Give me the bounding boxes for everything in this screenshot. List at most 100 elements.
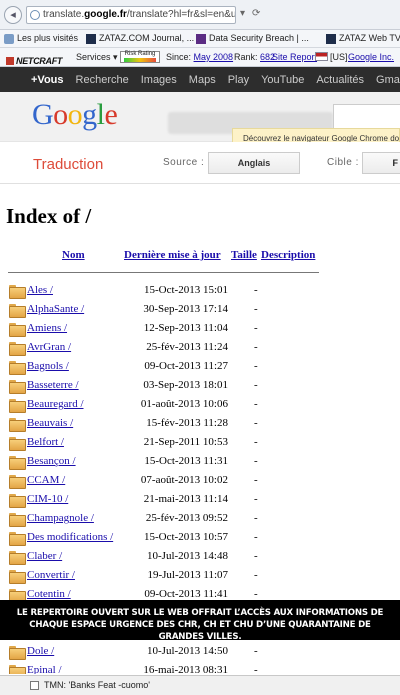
gbar-item-images[interactable]: Images xyxy=(135,74,183,86)
zataz-icon xyxy=(326,33,336,44)
gbar-item-actualites[interactable]: Actualités xyxy=(310,74,370,86)
since-info: Since: May 2008 xyxy=(166,48,233,66)
bookmark-data-security-breach[interactable]: Data Security Breach | ... xyxy=(196,30,309,47)
modified-date: 10-Jul-2013 14:48 xyxy=(147,550,228,562)
size-value: - xyxy=(254,303,258,315)
table-row: CCAM / 07-août-2013 10:02 - xyxy=(0,472,400,491)
modified-date: 25-fév-2013 09:52 xyxy=(145,512,228,524)
site-report-link[interactable]: Site Report xyxy=(272,48,317,66)
since-label: Since: xyxy=(166,52,192,62)
folder-icon xyxy=(9,494,26,508)
size-value: - xyxy=(254,379,258,391)
folder-link[interactable]: Belfort / xyxy=(27,436,64,448)
since-link[interactable]: May 2008 xyxy=(194,52,234,62)
folder-link[interactable]: Amiens / xyxy=(27,322,67,334)
bookmark-most-visited[interactable]: Les plus visités xyxy=(4,30,78,47)
folder-link[interactable]: Des modifications / xyxy=(27,531,113,543)
gbar-item-maps[interactable]: Maps xyxy=(183,74,222,86)
modified-date: 15-fév-2013 11:28 xyxy=(146,417,228,429)
table-row: AvrGran / 25-fév-2013 11:24 - xyxy=(0,339,400,358)
folder-link[interactable]: Epinal / xyxy=(27,664,62,674)
column-date-header[interactable]: Dernière mise à jour xyxy=(124,249,221,261)
host-link[interactable]: Google Inc. xyxy=(348,48,394,66)
source-label: Source : xyxy=(163,157,205,168)
folder-link[interactable]: AlphaSante / xyxy=(27,303,84,315)
gbar-item-play[interactable]: Play xyxy=(222,74,255,86)
folder-icon xyxy=(9,532,26,546)
bookmark-zataz-journal[interactable]: ZATAZ.COM Journal, ... xyxy=(86,30,194,47)
table-row: Besançon / 15-Oct-2013 11:31 - xyxy=(0,453,400,472)
status-icon xyxy=(30,681,39,690)
table-row: Epinal / 16-mai-2013 08:31 - xyxy=(0,662,400,674)
url-field[interactable]: translate.google.fr/translate?hl=fr&sl=e… xyxy=(26,6,236,24)
folder-link[interactable]: Beauvais / xyxy=(27,417,73,429)
table-row: Convertir / 19-Jul-2013 11:07 - xyxy=(0,567,400,586)
folder-icon xyxy=(9,399,26,413)
dropdown-arrow-icon[interactable]: ▾ xyxy=(240,8,245,19)
back-icon[interactable]: ◂ xyxy=(4,6,22,24)
search-input[interactable] xyxy=(333,104,400,130)
size-value: - xyxy=(254,664,258,674)
risk-label: Risk Rating xyxy=(124,51,156,57)
url-host: google.fr xyxy=(84,9,127,20)
address-bar: ◂ translate.google.fr/translate?hl=fr&sl… xyxy=(0,0,400,30)
folder-link[interactable]: Besançon / xyxy=(27,455,76,467)
modified-date: 19-Jul-2013 11:07 xyxy=(147,569,228,581)
google-logo[interactable]: Google xyxy=(32,98,118,132)
folder-icon xyxy=(9,418,26,432)
column-description-header[interactable]: Description xyxy=(261,249,315,261)
size-value: - xyxy=(254,645,258,657)
status-text: TMN: 'Banks Feat -cuomo' xyxy=(44,680,150,690)
folder-icon xyxy=(9,513,26,527)
google-nav-bar: +Vous Recherche Images Maps Play YouTube… xyxy=(0,67,400,92)
modified-date: 15-Oct-2013 15:01 xyxy=(143,284,228,296)
folder-link[interactable]: Claber / xyxy=(27,550,62,562)
gbar-item-youtube[interactable]: YouTube xyxy=(255,74,310,86)
bookmark-label: Les plus visités xyxy=(17,33,79,43)
folder-icon xyxy=(9,456,26,470)
gbar-item-gmail[interactable]: Gmail xyxy=(370,74,400,86)
modified-date: 09-Oct-2013 11:41 xyxy=(144,588,228,600)
gbar-item-plus[interactable]: +Vous xyxy=(0,74,70,86)
folder-link[interactable]: Dole / xyxy=(27,645,54,657)
table-row: Dole / 10-Jul-2013 14:50 - xyxy=(0,643,400,662)
netcraft-logo[interactable]: NETCRAFT xyxy=(6,52,62,66)
folder-link[interactable]: AvrGran / xyxy=(27,341,71,353)
gbar-item-recherche[interactable]: Recherche xyxy=(70,74,135,86)
folder-link[interactable]: Ales / xyxy=(27,284,53,296)
folder-link[interactable]: Bagnols / xyxy=(27,360,69,372)
target-label: Cible : xyxy=(327,157,359,168)
risk-gradient xyxy=(124,58,156,62)
folder-link[interactable]: CIM-10 / xyxy=(27,493,68,505)
globe-icon xyxy=(30,10,40,20)
folder-link[interactable]: Beauregard / xyxy=(27,398,84,410)
reload-icon[interactable]: ⟳ xyxy=(252,8,260,19)
column-size-header[interactable]: Taille xyxy=(231,249,257,261)
modified-date: 10-Jul-2013 14:50 xyxy=(147,645,228,657)
modified-date: 12-Sep-2013 11:04 xyxy=(143,322,228,334)
folder-link[interactable]: CCAM / xyxy=(27,474,65,486)
folder-icon xyxy=(9,570,26,584)
source-language-select[interactable]: Anglais xyxy=(208,152,300,174)
services-menu[interactable]: Services ▾ xyxy=(76,48,118,66)
folder-link[interactable]: Cotentin / xyxy=(27,588,71,600)
table-row: Bagnols / 09-Oct-2013 11:27 - xyxy=(0,358,400,377)
column-name-header[interactable]: Nom xyxy=(62,249,85,261)
index-heading: Index of / xyxy=(6,204,92,228)
target-language-select[interactable]: F xyxy=(362,152,400,174)
size-value: - xyxy=(254,341,258,353)
rank-label: Rank: xyxy=(234,52,258,62)
modified-date: 16-mai-2013 08:31 xyxy=(143,664,228,674)
size-value: - xyxy=(254,493,258,505)
risk-rating-meter: Risk Rating xyxy=(120,51,160,63)
size-value: - xyxy=(254,398,258,410)
services-label: Services xyxy=(76,52,111,62)
bookmark-zataz-web-tv[interactable]: ZATAZ Web TV xyxy=(326,30,400,47)
logo-letter: o xyxy=(53,98,68,131)
folder-link[interactable]: Convertir / xyxy=(27,569,75,581)
folder-link[interactable]: Champagnole / xyxy=(27,512,94,524)
folder-link[interactable]: Basseterre / xyxy=(27,379,79,391)
folder-icon xyxy=(9,342,26,356)
modified-date: 15-Oct-2013 11:31 xyxy=(144,455,228,467)
folder-icon xyxy=(9,323,26,337)
